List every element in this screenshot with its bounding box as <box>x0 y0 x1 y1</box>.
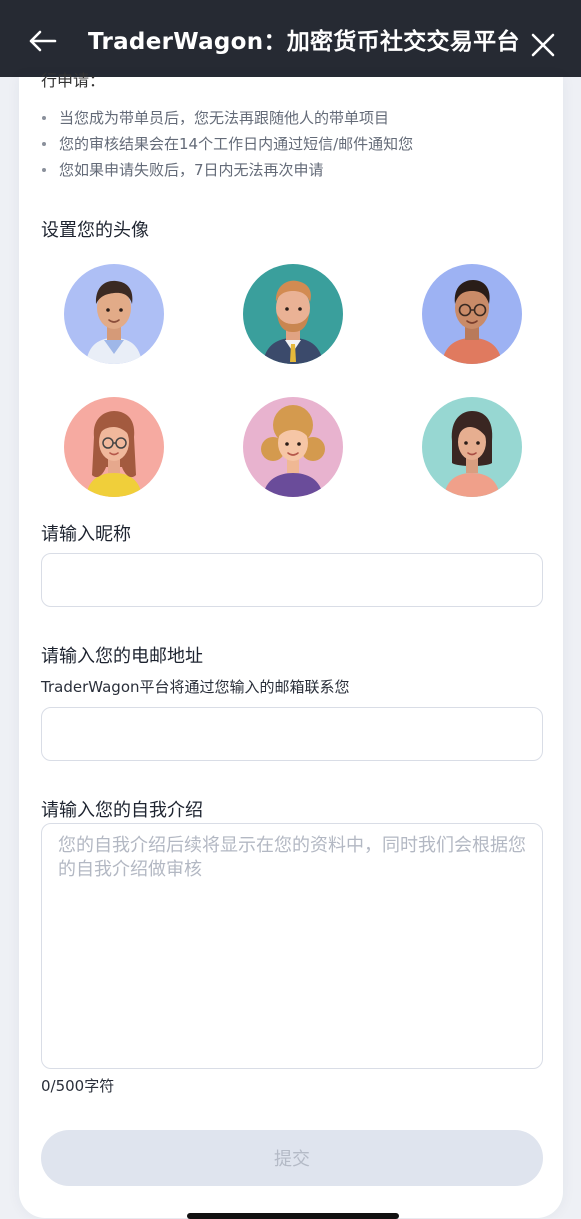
avatar-option-6[interactable] <box>422 397 522 497</box>
email-label: 请输入您的电邮地址 <box>41 646 203 667</box>
top-app-bar: TraderWagon：加密货币社交交易平台 <box>0 0 581 77</box>
character-counter: 0/500字符 <box>41 1077 115 1095</box>
intro-label: 请输入您的自我介绍 <box>41 800 203 821</box>
close-button[interactable] <box>528 30 558 60</box>
application-form-card: 行申请： 当您成为带单员后，您无法再跟随他人的带单项目 您的审核结果会在14个工… <box>19 71 563 1218</box>
email-hint: TraderWagon平台将通过您输入的邮箱联系您 <box>41 678 350 696</box>
nickname-input[interactable] <box>41 553 543 607</box>
avatar-option-3[interactable] <box>422 264 522 364</box>
email-input[interactable] <box>41 707 543 761</box>
note-item: 您如果申请失败后，7日内无法再次申请 <box>41 157 413 183</box>
avatar-man-short-hair-icon <box>64 264 164 364</box>
home-indicator <box>187 1213 399 1219</box>
avatar-option-4[interactable] <box>64 397 164 497</box>
submit-button[interactable]: 提交 <box>41 1130 543 1186</box>
avatar-option-1[interactable] <box>64 264 164 364</box>
nickname-label: 请输入昵称 <box>41 524 131 545</box>
avatar-section-label: 设置您的头像 <box>41 220 149 241</box>
avatar-option-2[interactable] <box>243 264 343 364</box>
avatar-woman-bob-icon <box>422 397 522 497</box>
page-title: TraderWagon：加密货币社交交易平台 <box>88 29 520 55</box>
notes-list: 当您成为带单员后，您无法再跟随他人的带单项目 您的审核结果会在14个工作日内通过… <box>41 105 413 183</box>
back-button[interactable] <box>26 25 58 57</box>
avatar-woman-curly-icon <box>243 397 343 497</box>
avatar-option-5[interactable] <box>243 397 343 497</box>
intro-textarea[interactable] <box>41 823 543 1069</box>
application-heading: 行申请： <box>41 71 106 90</box>
avatar-man-beard-icon <box>243 264 343 364</box>
note-item: 当您成为带单员后，您无法再跟随他人的带单项目 <box>41 105 413 131</box>
arrow-left-icon <box>29 30 57 52</box>
note-item: 您的审核结果会在14个工作日内通过短信/邮件通知您 <box>41 131 413 157</box>
close-icon <box>531 33 555 57</box>
avatar-woman-glasses-icon <box>64 397 164 497</box>
avatar-man-glasses-icon <box>422 264 522 364</box>
